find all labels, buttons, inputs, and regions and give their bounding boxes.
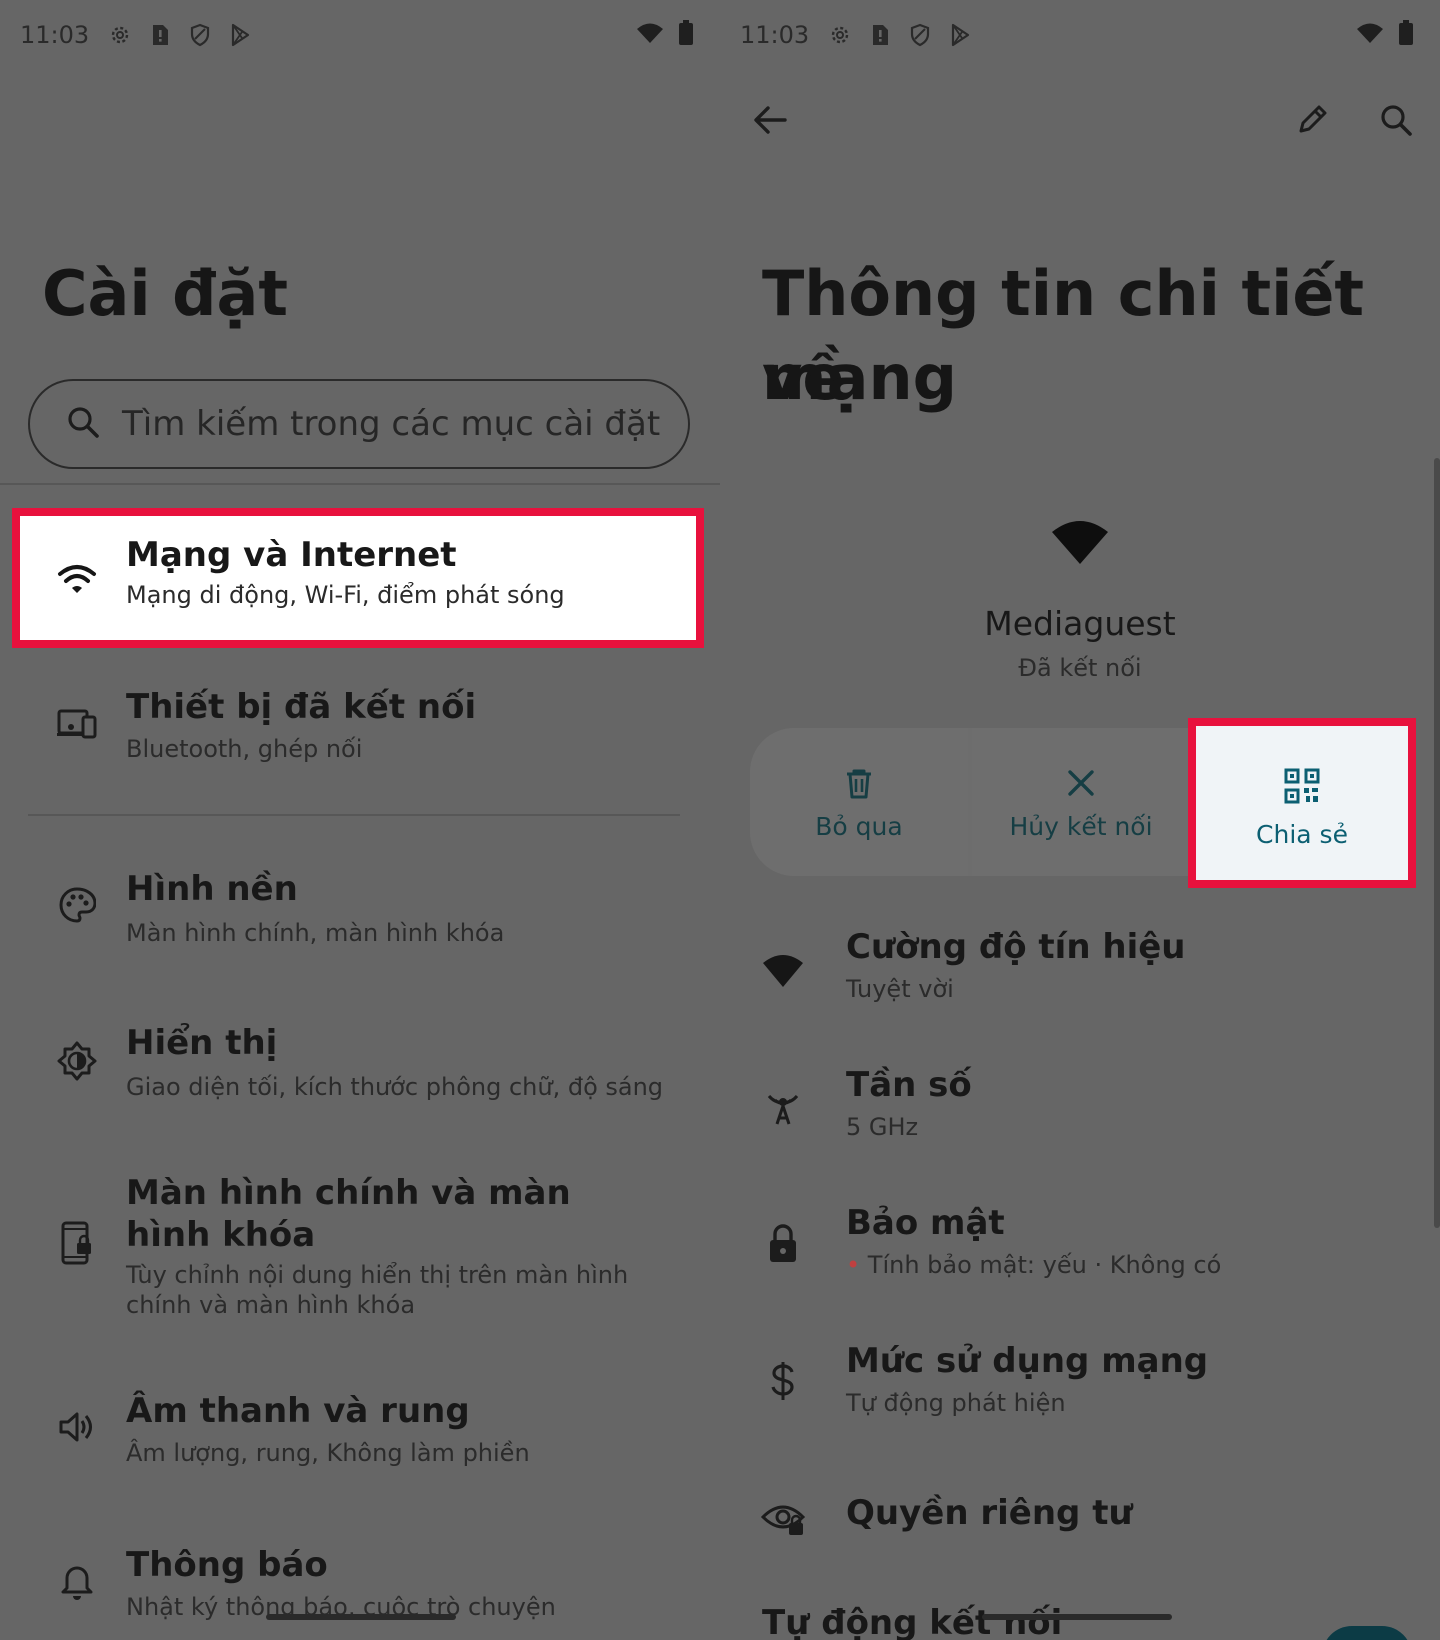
detail-signal-strength: Cường độ tín hiệu Tuyệt vời (720, 920, 1440, 1030)
close-icon (1068, 770, 1094, 796)
status-bar: 11:03 (740, 18, 973, 52)
item-subtitle: Giao diện tối, kích thước phông chữ, độ … (126, 1073, 664, 1101)
warning-bullet: • (846, 1251, 861, 1279)
detail-title: Tần số (846, 1065, 972, 1105)
shield-icon (187, 22, 213, 48)
palette-icon (54, 882, 100, 928)
antenna-icon (760, 1082, 806, 1128)
item-title: Mạng và Internet (126, 535, 457, 575)
settings-item-wallpaper[interactable]: Hình nền Màn hình chính, màn hình khóa (0, 860, 720, 970)
item-title: Âm thanh và rung (126, 1391, 470, 1431)
search-icon (66, 405, 100, 443)
detail-subtitle: Tính bảo mật: yếu · Không có (867, 1251, 1222, 1279)
bell-icon (54, 1560, 100, 1606)
back-arrow-icon[interactable] (746, 96, 794, 144)
app-bar (720, 92, 1440, 148)
share-button[interactable]: Chia sẻ (1188, 718, 1416, 888)
wifi-icon (636, 22, 664, 48)
network-status: Đã kết nối (1018, 654, 1142, 682)
item-title: Thiết bị đã kết nối (126, 687, 477, 727)
play-store-icon (227, 22, 253, 48)
disconnect-button[interactable]: Hủy kết nối (972, 728, 1190, 876)
item-subtitle: Bluetooth, ghép nối (126, 735, 363, 763)
qr-code-icon (1284, 768, 1320, 804)
auto-connect-toggle[interactable] (1322, 1626, 1412, 1640)
lock-icon (760, 1220, 806, 1266)
item-subtitle: Âm lượng, rung, Không làm phiền (126, 1439, 530, 1467)
delete-icon (847, 769, 871, 799)
alert-icon (147, 22, 173, 48)
detail-title: Mức sử dụng mạng (846, 1341, 1209, 1381)
wifi-icon (54, 556, 100, 602)
detail-subtitle-row: • Tính bảo mật: yếu · Không có (846, 1250, 1221, 1280)
detail-title: Bảo mật (846, 1203, 1005, 1243)
detail-title: Cường độ tín hiệu (846, 927, 1186, 967)
wifi-signal-icon (760, 948, 806, 994)
detail-privacy[interactable]: Quyền riêng tư (720, 1480, 1440, 1570)
detail-subtitle: 5 GHz (846, 1113, 919, 1141)
settings-screen: 11:03 Cài đặt Tìm kiếm trong các mục cài… (0, 0, 720, 1640)
settings-item-display[interactable]: Hiển thị Giao diện tối, kích thước phông… (0, 1014, 720, 1124)
status-right (636, 20, 694, 50)
share-label: Chia sẻ (1256, 820, 1348, 849)
gear-icon (827, 22, 853, 48)
item-subtitle: Mạng di động, Wi‑Fi, điểm phát sóng (126, 581, 565, 609)
play-store-icon (947, 22, 973, 48)
detail-subtitle: Tuyệt vời (846, 975, 954, 1003)
devices-icon (54, 700, 100, 746)
status-bar: 11:03 (20, 18, 253, 52)
brightness-icon (54, 1038, 100, 1084)
search-icon[interactable] (1372, 96, 1420, 144)
settings-item-network[interactable]: Mạng và Internet Mạng di động, Wi‑Fi, đi… (0, 508, 720, 648)
detail-subtitle: Tự động phát hiện (846, 1389, 1066, 1417)
page-title-line2: mạng (762, 341, 957, 414)
pencil-icon[interactable] (1288, 96, 1336, 144)
status-right (1356, 20, 1414, 50)
detail-frequency: Tần số 5 GHz (720, 1058, 1440, 1168)
status-time: 11:03 (740, 21, 810, 49)
gesture-handle[interactable] (266, 1614, 456, 1620)
item-title: Màn hình chính và màn hình khóa (126, 1173, 571, 1255)
forget-label: Bỏ qua (815, 812, 903, 841)
disconnect-label: Hủy kết nối (1009, 812, 1153, 841)
page-title: Cài đặt (42, 257, 289, 330)
battery-icon (1398, 20, 1414, 50)
network-details-screen: 11:03 Thông tin chi tiết về mạng Mediagu… (720, 0, 1440, 1640)
gesture-handle[interactable] (982, 1614, 1172, 1620)
item-title: Thông báo (126, 1545, 328, 1585)
item-subtitle: Tùy chỉnh nội dung hiển thị trên màn hìn… (126, 1261, 629, 1319)
settings-item-notifications[interactable]: Thông báo Nhật ký thông báo, cuộc trò ch… (0, 1538, 720, 1640)
search-bar[interactable]: Tìm kiếm trong các mục cài đặt (28, 379, 690, 469)
scrollbar[interactable] (1434, 458, 1440, 1228)
privacy-eye-icon (760, 1496, 806, 1542)
network-name: Mediaguest (984, 604, 1176, 643)
detail-title: Tự động kết nối (762, 1603, 1063, 1640)
divider (0, 483, 720, 485)
settings-item-sound[interactable]: Âm thanh và rung Âm lượng, rung, Không l… (0, 1384, 720, 1494)
lockscreen-icon (54, 1220, 100, 1266)
detail-title: Quyền riêng tư (846, 1493, 1133, 1533)
battery-icon (678, 20, 694, 50)
shield-icon (907, 22, 933, 48)
gear-icon (107, 22, 133, 48)
status-time: 11:03 (20, 21, 90, 49)
settings-item-devices[interactable]: Thiết bị đã kết nối Bluetooth, ghép nối (0, 670, 720, 790)
detail-security: Bảo mật • Tính bảo mật: yếu · Không có (720, 1196, 1440, 1306)
item-title: Hiển thị (126, 1023, 278, 1063)
item-title: Hình nền (126, 869, 298, 909)
wifi-icon (1356, 22, 1384, 48)
alert-icon (867, 22, 893, 48)
dollar-icon (760, 1358, 806, 1404)
settings-item-lockscreen[interactable]: Màn hình chính và màn hình khóa Tùy chỉn… (0, 1168, 720, 1338)
item-subtitle: Màn hình chính, màn hình khóa (126, 919, 505, 947)
forget-button[interactable]: Bỏ qua (750, 728, 968, 876)
detail-network-usage[interactable]: Mức sử dụng mạng Tự động phát hiện (720, 1334, 1440, 1444)
wifi-icon (1050, 518, 1110, 570)
search-placeholder: Tìm kiếm trong các mục cài đặt (122, 404, 661, 444)
divider (28, 814, 680, 816)
volume-icon (54, 1404, 100, 1450)
